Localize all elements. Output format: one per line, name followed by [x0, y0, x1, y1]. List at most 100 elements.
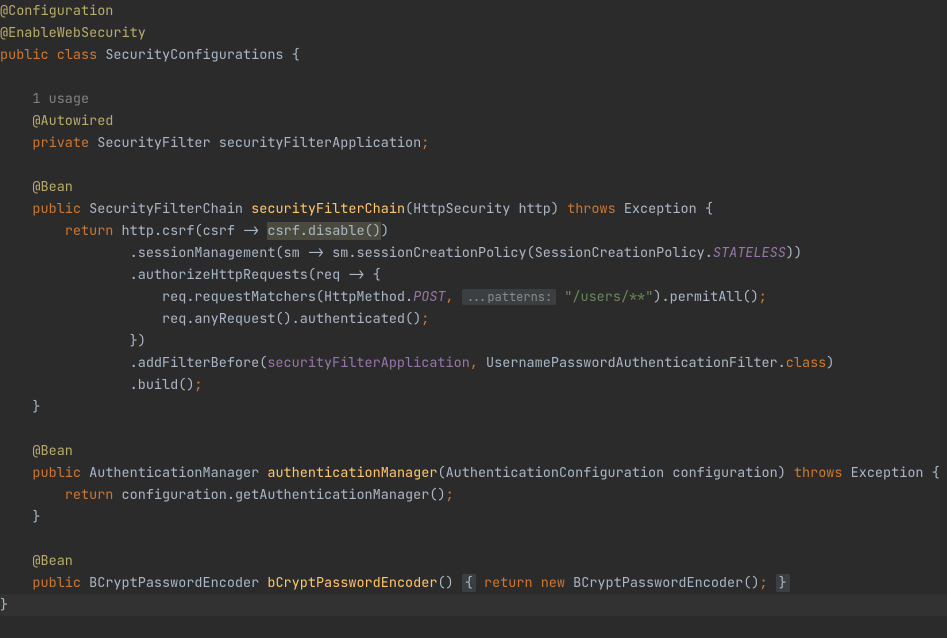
- type-exception: Exception: [624, 200, 697, 218]
- dot: .: [130, 266, 138, 284]
- dot: .: [130, 376, 138, 394]
- annotation-bean-2: @Bean: [32, 442, 73, 460]
- call-csrf: csrf: [162, 222, 194, 240]
- annotation-enable-web-security: @EnableWebSecurity: [0, 24, 146, 42]
- call-any-request: anyRequest: [194, 310, 275, 328]
- paren-close: ): [826, 354, 834, 372]
- type-authentication-manager: AuthenticationManager: [89, 464, 259, 482]
- brace-open: {: [932, 464, 940, 482]
- code-editor[interactable]: @Configuration @EnableWebSecurity public…: [0, 0, 947, 616]
- empty-paren: (): [429, 486, 445, 504]
- type-security-configurations: SecurityConfigurations: [105, 46, 283, 64]
- dot: .: [154, 222, 162, 240]
- ident-csrf: csrf: [267, 222, 299, 240]
- call-session-creation-policy: sessionCreationPolicy: [356, 244, 526, 262]
- semicolon: ;: [194, 376, 202, 394]
- type-username-password-authentication-filter: UsernamePasswordAuthenticationFilter: [486, 354, 778, 372]
- brace-close-class: }: [0, 596, 8, 614]
- param-configuration: configuration: [672, 464, 777, 482]
- brace-close-paren: }): [130, 332, 146, 350]
- ident-req: req: [162, 310, 186, 328]
- ident-configuration: configuration: [122, 486, 227, 504]
- paren-close: ): [551, 200, 559, 218]
- call-build: build: [138, 376, 179, 394]
- keyword-throws: throws: [794, 464, 843, 482]
- empty-paren: (): [365, 222, 381, 240]
- paren-open: (: [194, 222, 202, 240]
- dot: .: [130, 354, 138, 372]
- type-exception: Exception: [851, 464, 924, 482]
- keyword-new: new: [541, 574, 565, 592]
- empty-paren: (): [178, 376, 194, 394]
- keyword-return: return: [65, 222, 114, 240]
- brace-open: {: [705, 200, 713, 218]
- fold-brace-close[interactable]: }: [776, 574, 790, 592]
- keyword-throws: throws: [567, 200, 616, 218]
- brace-open: {: [373, 266, 381, 284]
- paren-open: (: [308, 266, 316, 284]
- keyword-return: return: [65, 486, 114, 504]
- arrow: ->: [243, 222, 259, 240]
- string-users-pattern: "/users/**": [564, 288, 653, 306]
- keyword-public: public: [32, 464, 81, 482]
- highlight-csrf-disable: csrf.disable(): [267, 222, 380, 240]
- comma: ,: [470, 354, 478, 372]
- method-name-bcrypt-password-encoder: bCryptPasswordEncoder: [267, 574, 437, 592]
- ident-req: req: [162, 288, 186, 306]
- type-session-creation-policy: SessionCreationPolicy: [535, 244, 705, 262]
- param-http: http: [518, 200, 550, 218]
- inlay-param-patterns[interactable]: ...patterns:: [462, 289, 556, 305]
- lambda-param-req: req: [316, 266, 340, 284]
- empty-paren: (): [275, 310, 291, 328]
- ident-http: http: [122, 222, 154, 240]
- dot: .: [227, 486, 235, 504]
- call-add-filter-before: addFilterBefore: [138, 354, 260, 372]
- annotation-bean-3: @Bean: [32, 552, 73, 570]
- call-disable: disable: [308, 222, 365, 240]
- keyword-public: public: [0, 46, 49, 64]
- call-get-authentication-manager: getAuthenticationManager: [235, 486, 429, 504]
- brace-close: }: [32, 398, 40, 416]
- semicolon: ;: [759, 574, 767, 592]
- keyword-public: public: [32, 574, 81, 592]
- ident-sm: sm: [332, 244, 348, 262]
- call-authenticated: authenticated: [300, 310, 405, 328]
- keyword-class: class: [57, 46, 98, 64]
- fold-brace-open[interactable]: {: [462, 574, 476, 592]
- empty-paren: (): [743, 574, 759, 592]
- lambda-param-sm: sm: [284, 244, 300, 262]
- lambda-param-csrf: csrf: [203, 222, 235, 240]
- type-authentication-configuration: AuthenticationConfiguration: [446, 464, 665, 482]
- arrow: ->: [308, 244, 324, 262]
- paren-close: ): [778, 464, 786, 482]
- const-post: POST: [413, 288, 445, 306]
- empty-paren: (): [437, 574, 453, 592]
- type-bcrypt-password-encoder: BCryptPasswordEncoder: [89, 574, 259, 592]
- method-name-security-filter-chain: securityFilterChain: [251, 200, 405, 218]
- paren-close: ): [653, 288, 661, 306]
- empty-paren: (): [405, 310, 421, 328]
- call-request-matchers: requestMatchers: [194, 288, 316, 306]
- dot: .: [292, 310, 300, 328]
- brace-close: }: [32, 508, 40, 526]
- paren-open: (: [275, 244, 283, 262]
- semicolon: ;: [421, 310, 429, 328]
- type-security-filter-chain: SecurityFilterChain: [89, 200, 243, 218]
- const-stateless: STATELESS: [713, 244, 786, 262]
- inlay-usage-hint[interactable]: 1 usage: [32, 90, 89, 108]
- keyword-class-ref: class: [786, 354, 827, 372]
- type-security-filter: SecurityFilter: [97, 134, 210, 152]
- type-http-security: HttpSecurity: [413, 200, 510, 218]
- type-bcrypt-password-encoder-ctor: BCryptPasswordEncoder: [573, 574, 743, 592]
- semicolon: ;: [446, 486, 454, 504]
- method-name-authentication-manager: authenticationManager: [267, 464, 437, 482]
- paren-open: (: [316, 288, 324, 306]
- dot: .: [130, 244, 138, 262]
- dot: .: [705, 244, 713, 262]
- empty-paren: (): [743, 288, 759, 306]
- keyword-private: private: [32, 134, 89, 152]
- keyword-return: return: [484, 574, 533, 592]
- semicolon: ;: [759, 288, 767, 306]
- call-session-management: sessionManagement: [138, 244, 276, 262]
- annotation-bean-1: @Bean: [32, 178, 73, 196]
